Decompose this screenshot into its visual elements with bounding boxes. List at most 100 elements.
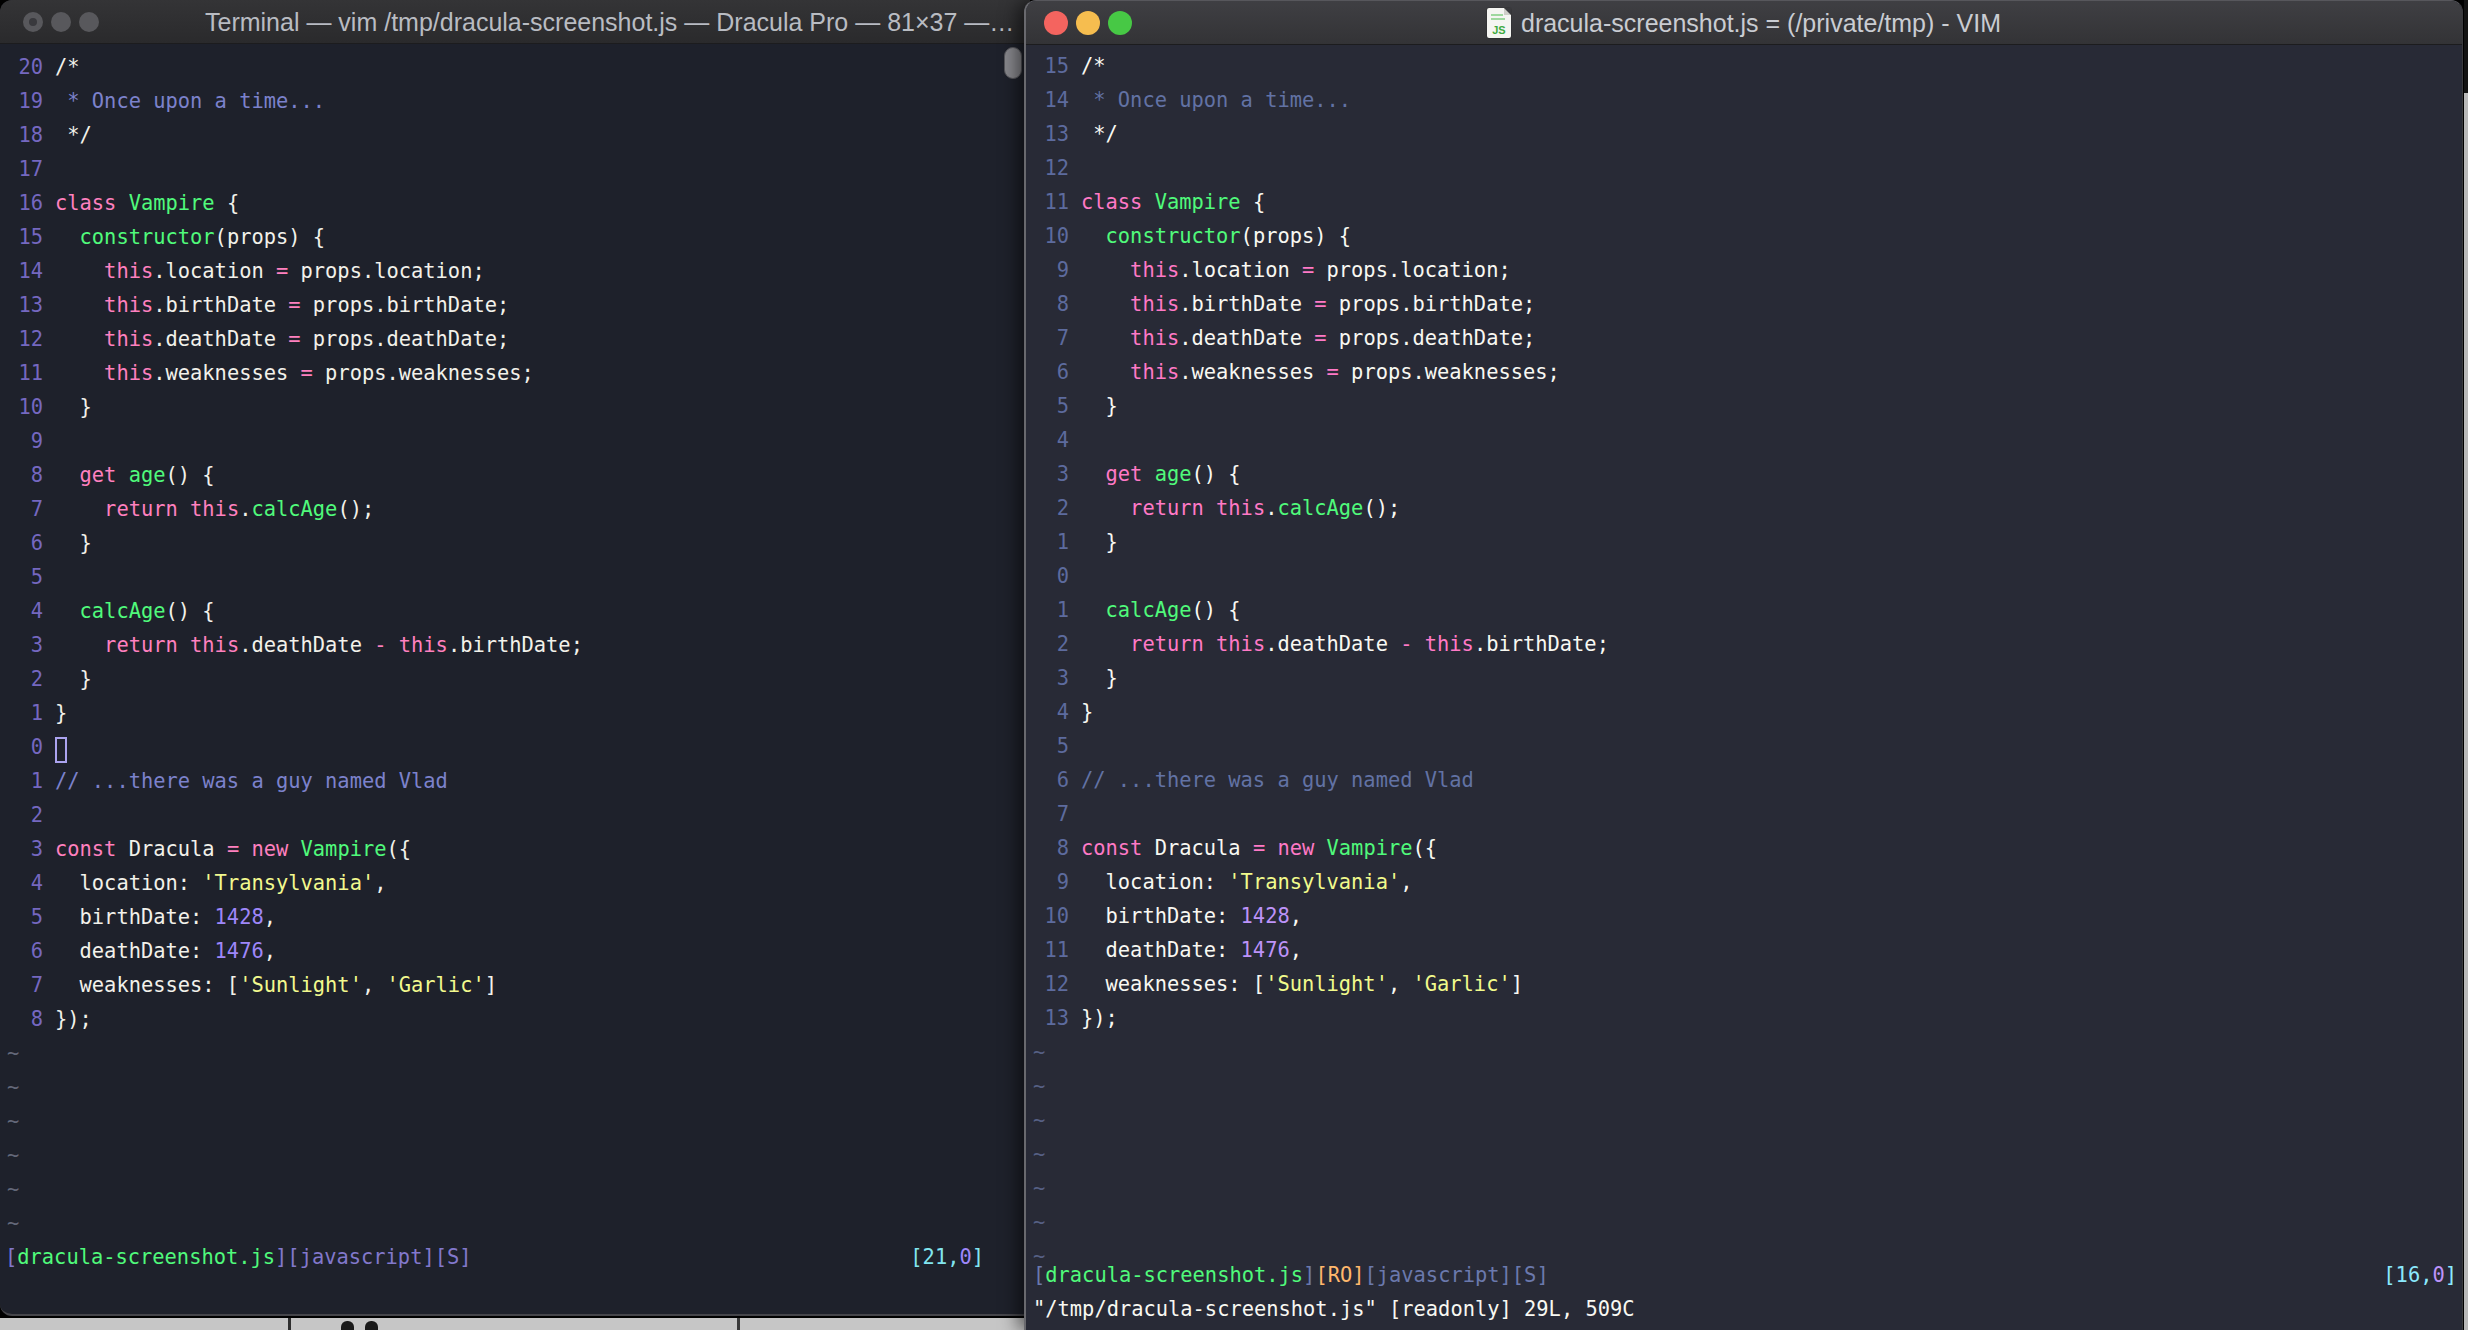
line-number: 0 [1026, 559, 1069, 593]
line-number: 6 [0, 526, 43, 560]
code-line: 6 this.weaknesses = props.weaknesses; [1026, 355, 2462, 389]
line-number: 2 [0, 798, 43, 832]
line-number: 20 [0, 50, 43, 84]
line-number: 16 [0, 186, 43, 220]
code-line: 5 [1026, 729, 2462, 763]
code-line: 19 * Once upon a time... [0, 84, 1030, 118]
code-line: 3 get age() { [1026, 457, 2462, 491]
minimize-button[interactable] [51, 12, 71, 32]
line-number: 15 [1026, 49, 1069, 83]
line-number: 8 [1026, 287, 1069, 321]
empty-line-tilde: ~ [1026, 1103, 2462, 1137]
code-line: 8 this.birthDate = props.birthDate; [1026, 287, 2462, 321]
line-number: 6 [1026, 355, 1069, 389]
line-number: 18 [0, 118, 43, 152]
line-number: 5 [1026, 729, 1069, 763]
line-number: 8 [0, 458, 43, 492]
line-number: 13 [1026, 1001, 1069, 1035]
code-line: 15 constructor(props) { [0, 220, 1030, 254]
code-line: 5 birthDate: 1428, [0, 900, 1030, 934]
empty-line-tilde: ~ [0, 1070, 1030, 1104]
close-button[interactable] [23, 12, 43, 32]
code-line: 10 } [0, 390, 1030, 424]
line-number: 3 [0, 628, 43, 662]
code-line: 8}); [0, 1002, 1030, 1036]
code-line: 13 this.birthDate = props.birthDate; [0, 288, 1030, 322]
code-line: 13}); [1026, 1001, 2462, 1035]
code-line: 6// ...there was a guy named Vlad [1026, 763, 2462, 797]
line-number: 2 [1026, 627, 1069, 661]
empty-line-tilde: ~ [1026, 1205, 2462, 1239]
macvim-titlebar[interactable]: JS dracula-screenshot.js = (/private/tmp… [1026, 1, 2462, 45]
code-line: 1// ...there was a guy named Vlad [0, 764, 1030, 798]
line-number: 2 [1026, 491, 1069, 525]
line-number: 13 [1026, 117, 1069, 151]
window-title: dracula-screenshot.js = (/private/tmp) -… [1521, 9, 2001, 38]
code-line: 9 location: 'Transylvania', [1026, 865, 2462, 899]
line-number: 7 [0, 492, 43, 526]
close-dot-icon [29, 18, 37, 26]
line-number: 7 [1026, 321, 1069, 355]
line-number: 8 [1026, 831, 1069, 865]
code-line: 11 deathDate: 1476, [1026, 933, 2462, 967]
line-number: 9 [1026, 865, 1069, 899]
code-line: 7 weaknesses: ['Sunlight', 'Garlic'] [0, 968, 1030, 1002]
line-number: 7 [0, 968, 43, 1002]
code-line: 12 weaknesses: ['Sunlight', 'Garlic'] [1026, 967, 2462, 1001]
code-line: 4 calcAge() { [0, 594, 1030, 628]
line-number: 17 [0, 152, 43, 186]
code-line: 6 deathDate: 1476, [0, 934, 1030, 968]
code-line: 14 * Once upon a time... [1026, 83, 2462, 117]
line-number: 14 [1026, 83, 1069, 117]
line-number: 1 [1026, 593, 1069, 627]
line-number: 5 [0, 900, 43, 934]
code-line: 3 } [1026, 661, 2462, 695]
code-line: 8const Dracula = new Vampire({ [1026, 831, 2462, 865]
zoom-button[interactable] [79, 12, 99, 32]
line-number: 12 [1026, 151, 1069, 185]
line-number: 11 [0, 356, 43, 390]
macvim-window: JS dracula-screenshot.js = (/private/tmp… [1024, 0, 2463, 1330]
line-number: 10 [0, 390, 43, 424]
line-number: 1 [0, 696, 43, 730]
vim-command-line: "/tmp/dracula-screenshot.js" [readonly] … [1026, 1292, 2462, 1326]
empty-line-tilde: ~ [1026, 1171, 2462, 1205]
code-line: 2 return this.calcAge(); [1026, 491, 2462, 525]
line-number: 4 [1026, 695, 1069, 729]
vim-buffer[interactable]: 15/*14 * Once upon a time...13 */1211cla… [1026, 49, 2462, 1273]
vim-buffer[interactable]: 20/*19 * Once upon a time...18 */1716cla… [0, 50, 1030, 1240]
code-line: 1} [0, 696, 1030, 730]
code-line: 20/* [0, 50, 1030, 84]
line-number: 12 [0, 322, 43, 356]
window-title: Terminal — vim /tmp/dracula-screenshot.j… [205, 0, 1014, 44]
line-number: 10 [1026, 899, 1069, 933]
line-number: 11 [1026, 933, 1069, 967]
line-number: 6 [1026, 763, 1069, 797]
code-line: 4 location: 'Transylvania', [0, 866, 1030, 900]
code-line: 1 calcAge() { [1026, 593, 2462, 627]
vim-statusline: [dracula-screenshot.js][javascript][S][2… [0, 1240, 1030, 1274]
line-number: 19 [0, 84, 43, 118]
line-number: 4 [1026, 423, 1069, 457]
line-number: 11 [1026, 185, 1069, 219]
code-line: 0 [1026, 559, 2462, 593]
line-number: 5 [1026, 389, 1069, 423]
desktop-background-strip [0, 1318, 1024, 1330]
line-number: 14 [0, 254, 43, 288]
code-line: 9 [0, 424, 1030, 458]
code-line: 15/* [1026, 49, 2462, 83]
line-number: 2 [0, 662, 43, 696]
cursor-block [55, 737, 67, 763]
line-number: 15 [0, 220, 43, 254]
terminal-titlebar[interactable]: Terminal — vim /tmp/dracula-screenshot.j… [0, 0, 1030, 44]
code-line: 11class Vampire { [1026, 185, 2462, 219]
code-line: 18 */ [0, 118, 1030, 152]
terminal-window: Terminal — vim /tmp/dracula-screenshot.j… [0, 0, 1030, 1316]
code-line: 13 */ [1026, 117, 2462, 151]
code-line: 0 [0, 730, 1030, 764]
code-line: 12 [1026, 151, 2462, 185]
code-line: 3 return this.deathDate - this.birthDate… [0, 628, 1030, 662]
empty-line-tilde: ~ [0, 1104, 1030, 1138]
line-number: 5 [0, 560, 43, 594]
line-number: 0 [0, 730, 43, 764]
